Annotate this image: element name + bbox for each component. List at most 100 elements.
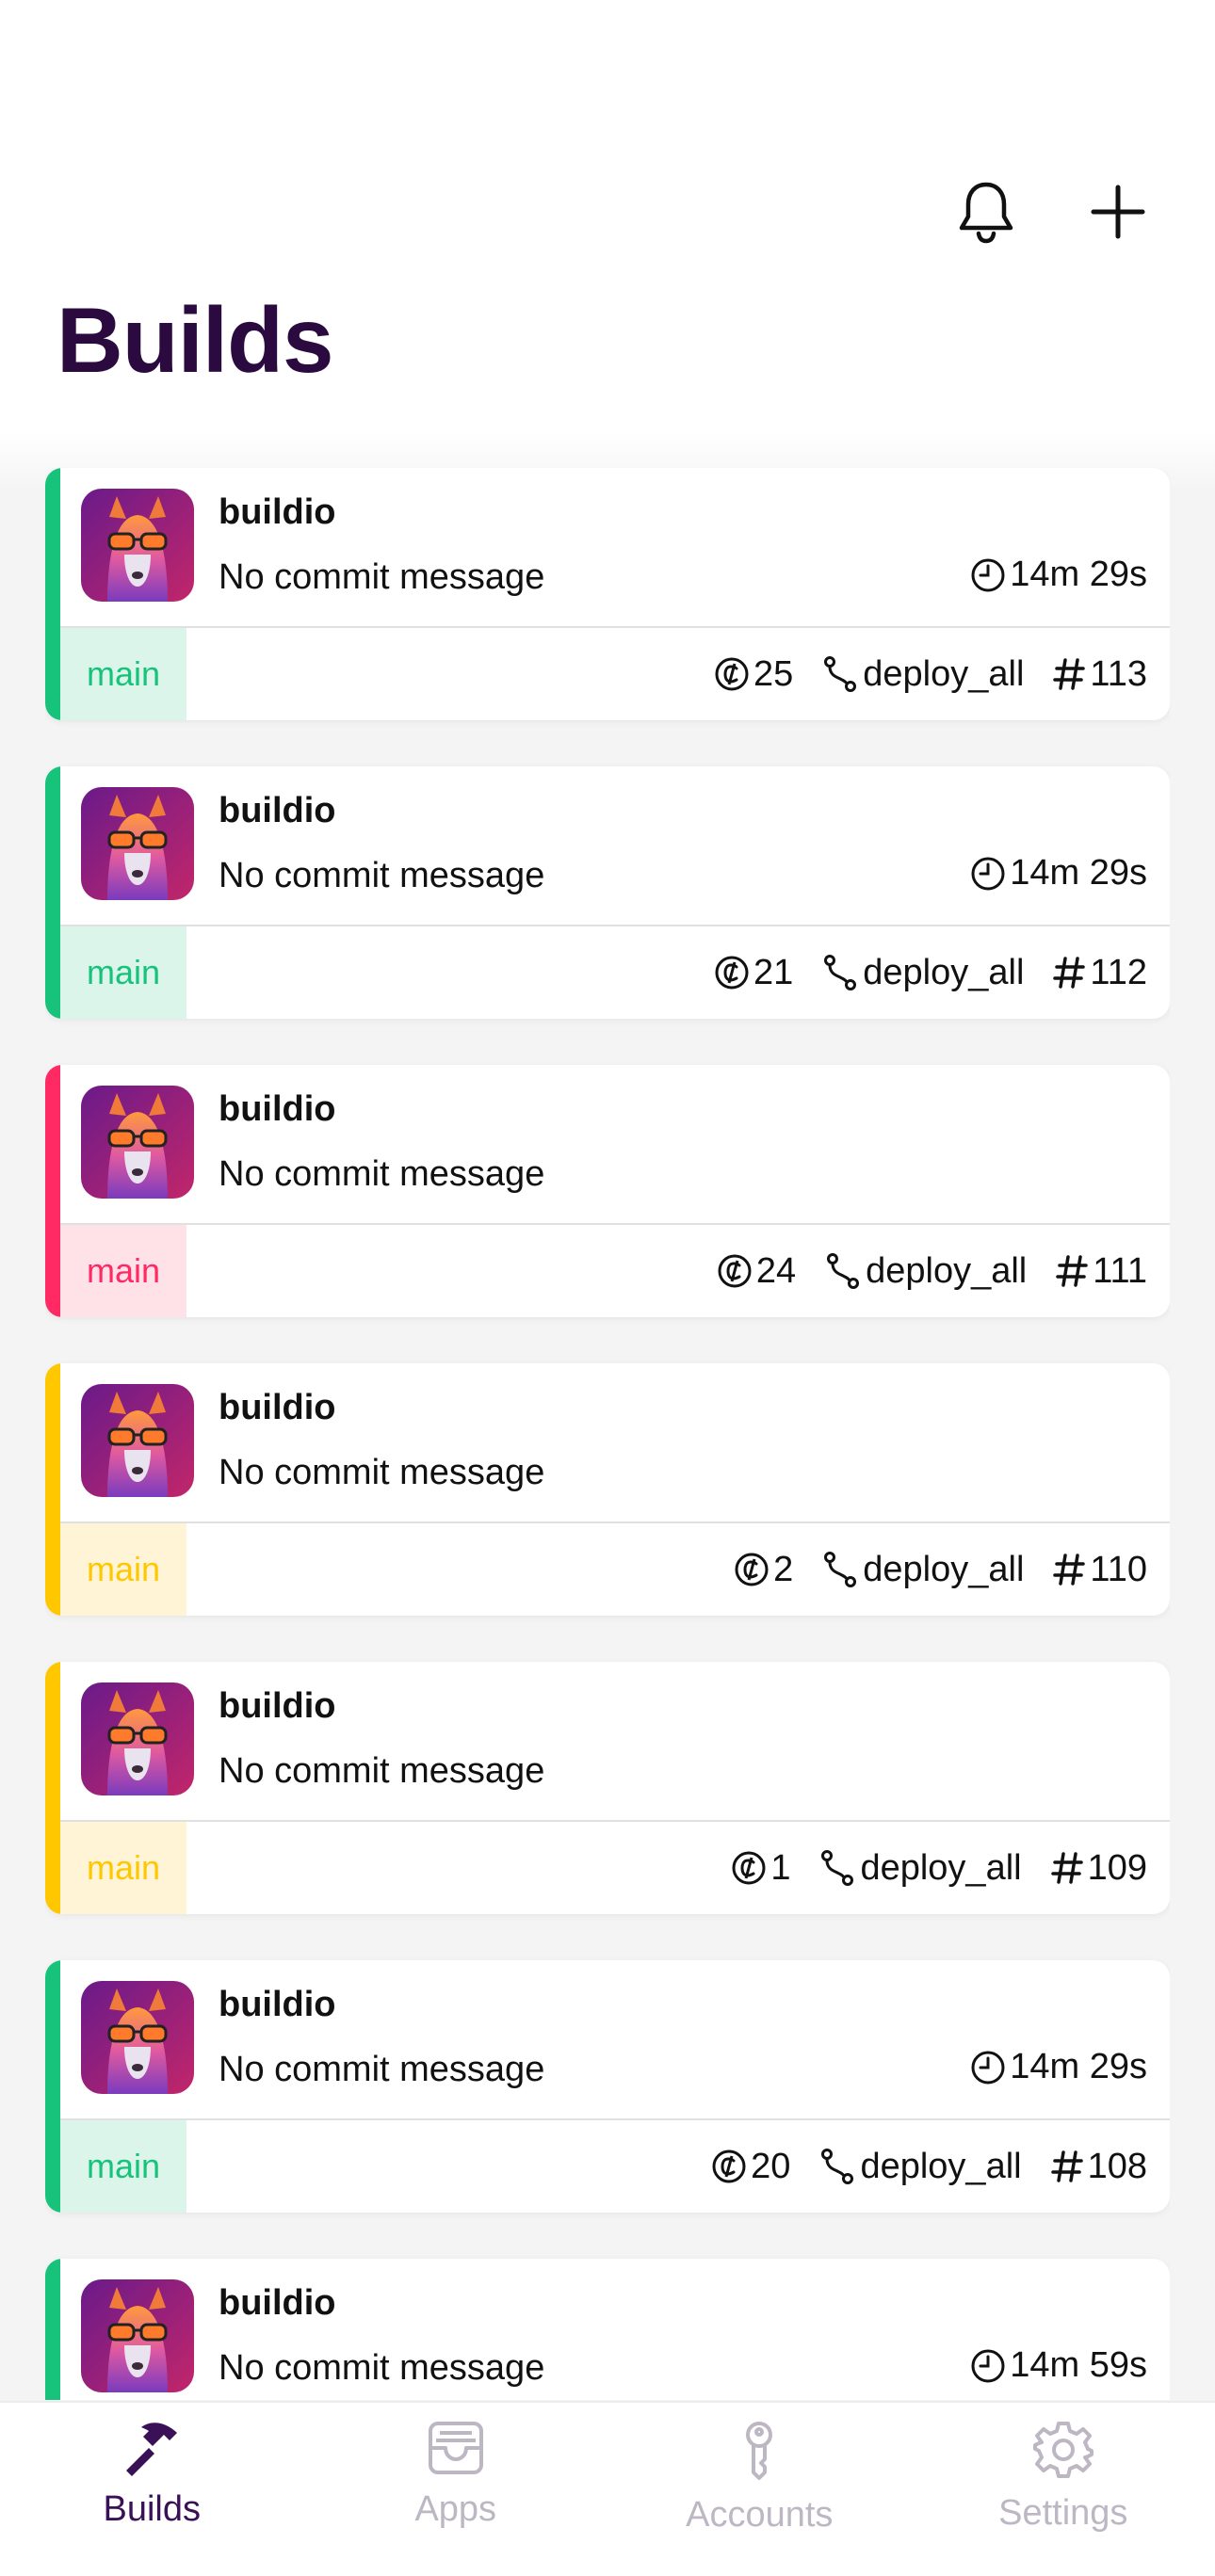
app-name: buildio bbox=[219, 791, 336, 830]
workflow-icon bbox=[818, 2147, 856, 2186]
app-avatar bbox=[81, 489, 194, 602]
branch-badge: main bbox=[60, 1523, 186, 1616]
clock-icon bbox=[970, 2050, 1006, 2085]
build-card[interactable]: buildio No commit message 14m 29s main 2… bbox=[45, 468, 1170, 720]
clock-icon bbox=[970, 557, 1006, 593]
tab-accounts[interactable]: Accounts bbox=[618, 2420, 900, 2576]
commit-message: No commit message bbox=[219, 856, 545, 895]
hash-icon bbox=[1052, 955, 1086, 990]
inbox-icon bbox=[425, 2420, 487, 2476]
app-avatar bbox=[81, 1384, 194, 1497]
build-meta: 25 deploy_all 113 bbox=[714, 628, 1147, 720]
workflow-icon bbox=[824, 1251, 862, 1291]
app-avatar bbox=[81, 2279, 194, 2392]
app-avatar bbox=[81, 1682, 194, 1795]
workflow: deploy_all bbox=[818, 1847, 1022, 1889]
branch-badge: main bbox=[60, 1822, 186, 1914]
credit-icon bbox=[731, 1850, 767, 1886]
build-meta: 21 deploy_all 112 bbox=[714, 926, 1147, 1019]
workflow: deploy_all bbox=[821, 654, 1024, 695]
tab-bar: Builds Apps Accounts Settings bbox=[0, 2401, 1215, 2576]
notifications-button[interactable] bbox=[953, 174, 1019, 250]
build-number: 108 bbox=[1050, 2147, 1147, 2187]
workflow: deploy_all bbox=[818, 2146, 1022, 2187]
build-card[interactable]: buildio No commit message main 1 deploy_… bbox=[45, 1662, 1170, 1914]
tab-label: Builds bbox=[103, 2489, 202, 2529]
build-number-value: 110 bbox=[1090, 1549, 1147, 1589]
commit-message: No commit message bbox=[219, 2348, 545, 2388]
status-stripe bbox=[45, 1662, 60, 1914]
workflow-name: deploy_all bbox=[860, 1847, 1022, 1888]
app-name: buildio bbox=[219, 1985, 336, 2024]
app-name: buildio bbox=[219, 492, 336, 532]
credit-icon bbox=[714, 656, 750, 692]
build-number-value: 109 bbox=[1087, 1847, 1147, 1888]
commit-message: No commit message bbox=[219, 1453, 545, 1492]
build-duration: 14m 59s bbox=[970, 2345, 1147, 2386]
duration-text: 14m 59s bbox=[1010, 2345, 1147, 2385]
build-number-value: 108 bbox=[1087, 2146, 1147, 2186]
build-number-value: 112 bbox=[1090, 952, 1147, 992]
build-meta: 1 deploy_all 109 bbox=[731, 1822, 1147, 1914]
branch-badge: main bbox=[60, 628, 186, 720]
tab-settings[interactable]: Settings bbox=[922, 2420, 1205, 2576]
workflow-name: deploy_all bbox=[860, 2146, 1022, 2186]
app-avatar bbox=[81, 1086, 194, 1199]
key-icon bbox=[736, 2420, 783, 2482]
credits: 21 bbox=[714, 953, 793, 993]
workflow-name: deploy_all bbox=[863, 952, 1025, 992]
clock-icon bbox=[970, 856, 1006, 892]
status-stripe bbox=[45, 2259, 60, 2400]
hammer-icon bbox=[121, 2420, 183, 2476]
credits: 25 bbox=[714, 654, 793, 695]
workflow-name: deploy_all bbox=[866, 1250, 1028, 1291]
bell-icon bbox=[956, 179, 1016, 245]
workflow: deploy_all bbox=[821, 953, 1024, 993]
credits: 1 bbox=[731, 1848, 790, 1889]
hash-icon bbox=[1052, 1552, 1086, 1587]
status-stripe bbox=[45, 766, 60, 1019]
add-button[interactable] bbox=[1085, 174, 1151, 250]
build-card[interactable]: buildio No commit message 14m 29s main 2… bbox=[45, 1960, 1170, 2213]
workflow: deploy_all bbox=[824, 1251, 1027, 1292]
status-stripe bbox=[45, 1065, 60, 1317]
tab-builds[interactable]: Builds bbox=[10, 2420, 293, 2576]
hash-icon bbox=[1055, 1253, 1089, 1289]
credits-value: 21 bbox=[753, 952, 794, 992]
build-number: 109 bbox=[1050, 1848, 1147, 1889]
app-name: buildio bbox=[219, 1686, 336, 1726]
workflow-name: deploy_all bbox=[863, 653, 1025, 694]
build-number: 111 bbox=[1055, 1251, 1147, 1292]
workflow: deploy_all bbox=[821, 1550, 1024, 1590]
app-avatar bbox=[81, 1981, 194, 2094]
status-stripe bbox=[45, 1363, 60, 1616]
branch-badge: main bbox=[60, 2120, 186, 2213]
build-duration: 14m 29s bbox=[970, 853, 1147, 894]
duration-text: 14m 29s bbox=[1010, 853, 1147, 893]
credit-icon bbox=[711, 2149, 747, 2184]
build-number-value: 113 bbox=[1090, 653, 1147, 694]
commit-message: No commit message bbox=[219, 1154, 545, 1194]
workflow-icon bbox=[821, 1550, 859, 1589]
app-name: buildio bbox=[219, 1388, 336, 1427]
credits-value: 20 bbox=[751, 2146, 791, 2186]
branch-badge: main bbox=[60, 1225, 186, 1317]
build-number: 113 bbox=[1052, 654, 1147, 695]
header-actions bbox=[953, 174, 1151, 250]
credits-value: 24 bbox=[755, 1250, 797, 1291]
tab-apps[interactable]: Apps bbox=[315, 2420, 597, 2576]
hash-icon bbox=[1052, 656, 1086, 692]
build-card[interactable]: buildio No commit message main 2 deploy_… bbox=[45, 1363, 1170, 1616]
credits: 20 bbox=[711, 2147, 790, 2187]
build-meta: 24 deploy_all 111 bbox=[717, 1225, 1147, 1317]
workflow-icon bbox=[821, 654, 859, 694]
build-card[interactable]: buildio No commit message main 24 deploy… bbox=[45, 1065, 1170, 1317]
commit-message: No commit message bbox=[219, 1751, 545, 1791]
status-stripe bbox=[45, 1960, 60, 2213]
duration-text: 14m 29s bbox=[1010, 555, 1147, 594]
build-card[interactable]: buildio No commit message 14m 29s main 2… bbox=[45, 766, 1170, 1019]
credits-value: 2 bbox=[773, 1549, 794, 1589]
build-card[interactable]: buildio No commit message 14m 59s main bbox=[45, 2259, 1170, 2400]
commit-message: No commit message bbox=[219, 557, 545, 597]
app-name: buildio bbox=[219, 1089, 336, 1129]
